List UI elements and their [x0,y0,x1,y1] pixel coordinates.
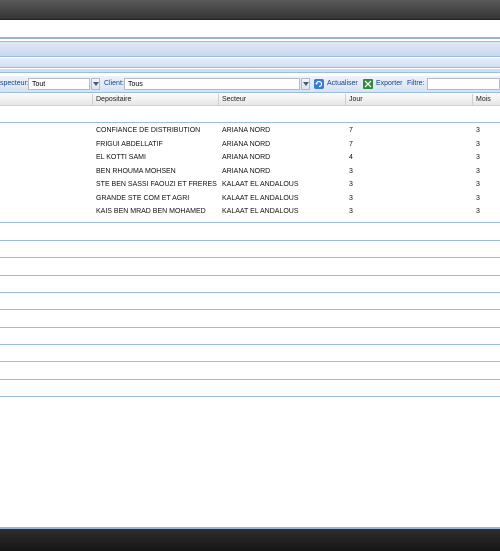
client-select[interactable]: Tous [124,78,300,90]
cell-depositaire: GRANDE STE COM ET AGRI [96,194,190,202]
inspecteur-select-value: Tout [32,81,46,88]
table-row[interactable]: FRIGUI ABDELLATIF ARIANA NORD 7 3 [0,139,500,153]
column-header-secteur[interactable]: Secteur [218,94,345,106]
panel-subheader [0,58,500,68]
cell-secteur: KALAAT EL ANDALOUS [222,208,299,215]
window-titlebar [0,0,500,20]
client-select-value: Tous [128,81,143,88]
filter-label: Filtre: [407,80,425,87]
cell-mois: 3 [476,140,480,148]
column-header-label: Depositaire [96,96,132,103]
cell-secteur: ARIANA NORD [222,154,271,161]
cell-secteur: KALAAT EL ANDALOUS [222,181,299,188]
row-separator [0,344,500,345]
column-header-label: Secteur [222,96,247,103]
row-separator [0,379,500,380]
column-header-mois[interactable]: Mois [472,94,500,106]
cell-secteur: KALAAT EL ANDALOUS [222,194,299,202]
column-header-label: Mois [476,96,491,103]
row-separator [0,257,500,258]
cell-jour: 7 [349,127,353,134]
inspecteur-dropdown-chevron-down-icon[interactable] [91,78,100,90]
cell-secteur: ARIANA NORD [222,167,271,175]
row-separator [0,222,500,223]
cell-secteur: ARIANA NORD [222,140,271,148]
export-button-label: Exporter [376,80,403,87]
refresh-button-label: Actualiser [327,80,358,87]
row-separator [0,396,500,397]
cell-depositaire: STE BEN SASSI FAOUZI ET FRERES [96,181,217,188]
client-label: Client: [104,80,124,87]
cell-depositaire: EL KOTTI SAMI [96,154,146,161]
cell-depositaire: BEN RHOUMA MOHSEN [96,167,176,175]
bottom-taskbar [0,529,500,551]
inspecteur-select[interactable]: Tout [28,78,90,90]
column-header-depositaire[interactable]: Depositaire [92,94,218,106]
filter-toolbar: specteur: Tout Client: Tous Actualiser E… [0,76,500,93]
row-separator [0,275,500,276]
row-separator [0,292,500,293]
table-row[interactable]: KAIS BEN MRAD BEN MOHAMED KALAAT EL ANDA… [0,206,500,220]
group-row[interactable] [0,106,500,123]
cell-depositaire: KAIS BEN MRAD BEN MOHAMED [96,208,206,215]
cell-mois: 3 [476,127,480,134]
cell-jour: 3 [349,194,353,202]
cell-jour: 3 [349,181,353,188]
cell-mois: 3 [476,154,480,161]
table-row[interactable]: GRANDE STE COM ET AGRI KALAAT EL ANDALOU… [0,193,500,207]
cell-jour: 3 [349,208,353,215]
client-dropdown-chevron-down-icon[interactable] [301,78,310,90]
panel-band [0,69,500,73]
filter-input[interactable] [427,78,500,90]
cell-mois: 3 [476,167,480,175]
cell-mois: 3 [476,194,480,202]
main-panel: specteur: Tout Client: Tous Actualiser E… [0,39,500,529]
cell-jour: 4 [349,154,353,161]
refresh-icon [314,79,324,89]
refresh-button[interactable]: Actualiser [314,78,360,91]
cell-mois: 3 [476,181,480,188]
table-row[interactable]: CONFIANCE DE DISTRIBUTION ARIANA NORD 7 … [0,125,500,139]
table-row[interactable]: EL KOTTI SAMI ARIANA NORD 4 3 [0,152,500,166]
column-header-jour[interactable]: Jour [345,94,472,106]
cell-depositaire: CONFIANCE DE DISTRIBUTION [96,127,201,134]
row-separator [0,361,500,362]
table-row[interactable]: STE BEN SASSI FAOUZI ET FRERES KALAAT EL… [0,179,500,193]
cell-jour: 7 [349,140,353,148]
cell-depositaire: FRIGUI ABDELLATIF [96,140,163,148]
export-button[interactable]: Exporter [363,78,405,91]
column-header-label: Jour [349,96,363,103]
inspecteur-label: specteur: [0,80,29,87]
row-separator [0,240,500,241]
cell-secteur: ARIANA NORD [222,127,271,134]
cell-mois: 3 [476,208,480,215]
grid-header: Depositaire Secteur Jour Mois [0,94,500,106]
excel-export-icon [363,79,373,89]
top-strip [0,20,500,38]
row-separator [0,309,500,310]
table-row[interactable]: BEN RHOUMA MOHSEN ARIANA NORD 3 3 [0,166,500,180]
row-separator [0,327,500,328]
panel-header [0,41,500,57]
cell-jour: 3 [349,167,353,175]
